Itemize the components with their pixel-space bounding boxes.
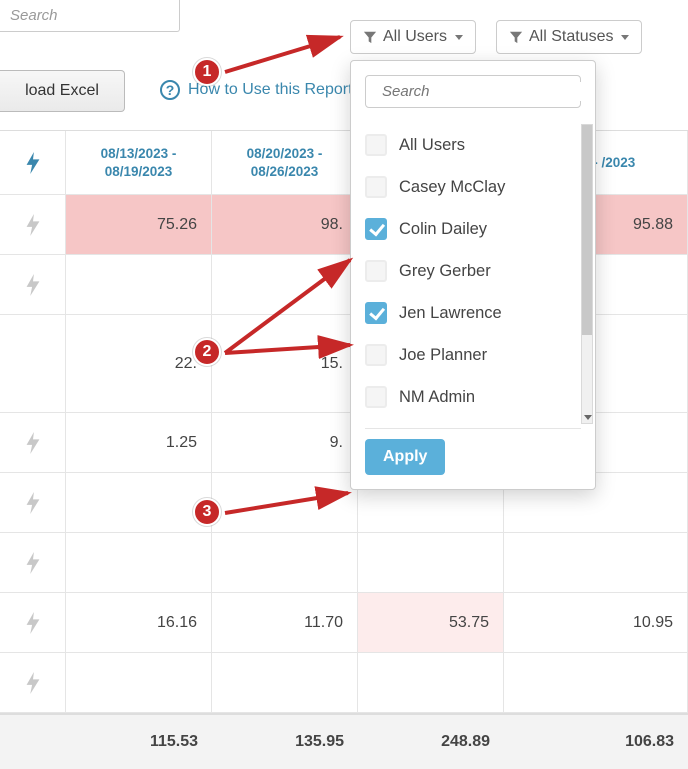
total-cell: 248.89: [358, 715, 504, 769]
scroll-down-icon[interactable]: [584, 415, 592, 420]
table-row: [0, 533, 688, 593]
cell: 11.70: [212, 593, 358, 652]
filter-users-button[interactable]: All Users: [350, 20, 476, 54]
row-bolt[interactable]: [0, 195, 66, 254]
bolt-icon: [24, 552, 42, 574]
filter-users-label: All Users: [383, 28, 447, 46]
cell: [212, 473, 358, 532]
dropdown-search[interactable]: [365, 75, 581, 108]
totals-spacer: [0, 715, 66, 769]
separator: [365, 428, 581, 429]
table-row: 16.16 11.70 53.75 10.95: [0, 593, 688, 653]
total-cell: 135.95: [212, 715, 358, 769]
bolt-icon: [24, 432, 42, 454]
row-bolt[interactable]: [0, 533, 66, 592]
download-excel-button[interactable]: load Excel: [0, 70, 125, 112]
row-bolt: [0, 315, 66, 412]
checkbox[interactable]: [365, 134, 387, 156]
cell: 22.: [66, 315, 212, 412]
dropdown-item[interactable]: Joe Planner: [365, 334, 581, 376]
dropdown-item[interactable]: NM Admin: [365, 376, 581, 418]
annotation-badge-3: 3: [193, 498, 221, 526]
cell: 9.: [212, 413, 358, 472]
table-row: [0, 653, 688, 713]
total-cell: 106.83: [504, 715, 688, 769]
cell: [66, 653, 212, 712]
dropdown-item[interactable]: Jen Lawrence: [365, 292, 581, 334]
checkbox[interactable]: [365, 386, 387, 408]
dropdown-item-label: Grey Gerber: [399, 262, 491, 281]
cell: [212, 653, 358, 712]
dropdown-item-label: Casey McClay: [399, 178, 505, 197]
filter-statuses-label: All Statuses: [529, 28, 613, 46]
row-bolt[interactable]: [0, 473, 66, 532]
dropdown-item[interactable]: Grey Gerber: [365, 250, 581, 292]
bolt-icon: [24, 274, 42, 296]
bolt-icon: [24, 672, 42, 694]
dropdown-list: All Users Casey McClay Colin Dailey Grey…: [351, 120, 595, 418]
help-icon: ?: [160, 80, 180, 100]
filter-icon: [363, 30, 377, 44]
dropdown-item-label: Colin Dailey: [399, 220, 487, 239]
cell: [212, 533, 358, 592]
row-bolt[interactable]: [0, 255, 66, 314]
header-bolt[interactable]: [0, 131, 66, 194]
filter-statuses-button[interactable]: All Statuses: [496, 20, 642, 54]
cell: [212, 255, 358, 314]
annotation-badge-1: 1: [193, 58, 221, 86]
global-search-input[interactable]: [0, 0, 180, 32]
chevron-down-icon: [621, 35, 629, 40]
annotation-badge-2: 2: [193, 338, 221, 366]
cell: 1.25: [66, 413, 212, 472]
checkbox[interactable]: [365, 176, 387, 198]
cell: 15.: [212, 315, 358, 412]
checkbox[interactable]: [365, 344, 387, 366]
bolt-icon: [24, 152, 42, 174]
row-bolt[interactable]: [0, 413, 66, 472]
checkbox-checked[interactable]: [365, 218, 387, 240]
chevron-down-icon: [455, 35, 463, 40]
cell: [504, 653, 688, 712]
col-header[interactable]: 08/13/2023 - 08/19/2023: [66, 131, 212, 194]
top-controls: All Users All Statuses: [0, 0, 688, 55]
cell: 98.: [212, 195, 358, 254]
cell: 75.26: [66, 195, 212, 254]
cell: [66, 255, 212, 314]
dropdown-item-all-users[interactable]: All Users: [365, 124, 581, 166]
bolt-icon: [24, 492, 42, 514]
bolt-icon: [24, 612, 42, 634]
table-totals: 115.53 135.95 248.89 106.83: [0, 713, 688, 769]
cell: [66, 533, 212, 592]
col-header[interactable]: 08/20/2023 - 08/26/2023: [212, 131, 358, 194]
dropdown-item[interactable]: Colin Dailey: [365, 208, 581, 250]
dropdown-search-input[interactable]: [380, 82, 585, 101]
users-dropdown: All Users Casey McClay Colin Dailey Grey…: [350, 60, 596, 490]
dropdown-item-label: NM Admin: [399, 388, 475, 407]
cell: 53.75: [358, 593, 504, 652]
howto-link[interactable]: ? How to Use this Report: [160, 80, 353, 100]
checkbox[interactable]: [365, 260, 387, 282]
filter-icon: [509, 30, 523, 44]
dropdown-item[interactable]: Casey McClay: [365, 166, 581, 208]
row-bolt[interactable]: [0, 653, 66, 712]
total-cell: 115.53: [66, 715, 212, 769]
dropdown-item-label: Jen Lawrence: [399, 304, 502, 323]
dropdown-item-label: All Users: [399, 136, 465, 155]
cell: [66, 473, 212, 532]
dropdown-item-label: Joe Planner: [399, 346, 487, 365]
cell: [504, 533, 688, 592]
dropdown-scrollbar[interactable]: [581, 124, 593, 424]
apply-button[interactable]: Apply: [365, 439, 445, 475]
row-bolt[interactable]: [0, 593, 66, 652]
scrollbar-thumb[interactable]: [582, 125, 592, 335]
checkbox-checked[interactable]: [365, 302, 387, 324]
cell: [358, 653, 504, 712]
cell: 10.95: [504, 593, 688, 652]
cell: [358, 533, 504, 592]
cell: 16.16: [66, 593, 212, 652]
bolt-icon: [24, 214, 42, 236]
